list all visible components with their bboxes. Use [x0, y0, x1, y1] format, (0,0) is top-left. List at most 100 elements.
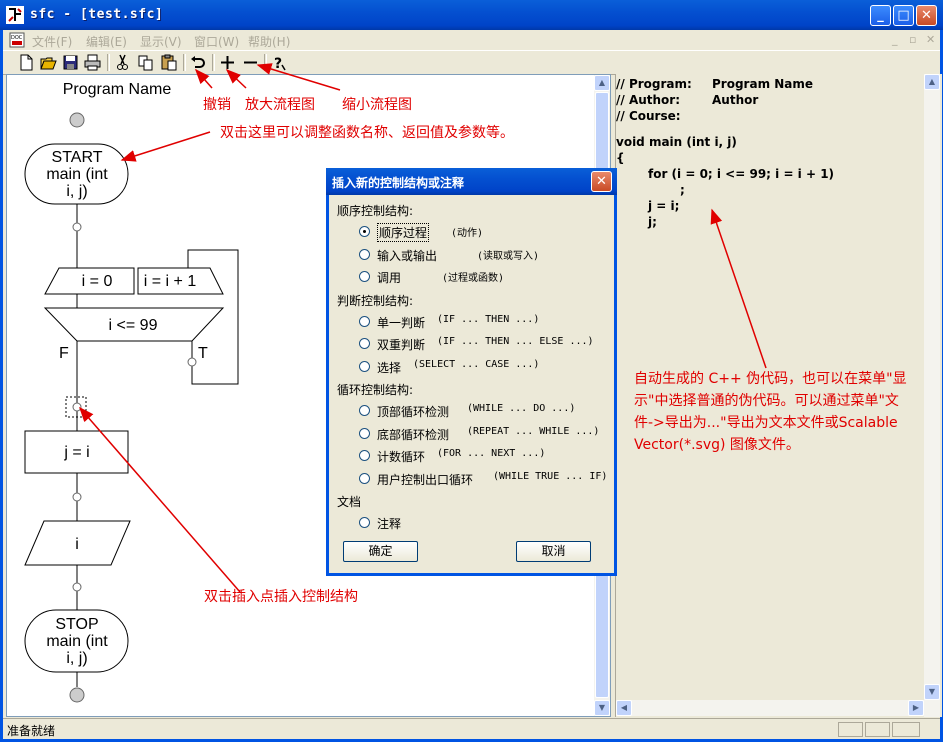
- option-label: 双重判断: [377, 338, 426, 352]
- program-name[interactable]: Program Name: [63, 81, 172, 98]
- flow-exit-point: [69, 687, 85, 703]
- code-vertical-scrollbar[interactable]: ▲ ▼: [924, 74, 940, 717]
- insert-structure-dialog: 插入新的控制结构或注释 ✕ 顺序控制结构: 顺序过程 (动作) 输入或输出 (读取或写入…: [326, 168, 617, 576]
- code-line: void main (int i, j): [616, 135, 737, 149]
- start-line-3: i, j): [66, 183, 87, 200]
- scroll-down-button[interactable]: ▼: [594, 700, 610, 716]
- dialog-close-button[interactable]: ✕: [591, 171, 612, 192]
- menu-help[interactable]: 帮助(H): [248, 33, 290, 50]
- ok-button[interactable]: 确定: [343, 541, 418, 562]
- annotation-zoom-out: 缩小流程图: [342, 97, 412, 113]
- start-line-2: main (int: [46, 166, 108, 183]
- annotation-insert-point: 双击插入点插入控制结构: [204, 589, 358, 605]
- code-line: j = i;: [648, 199, 680, 213]
- radio-button[interactable]: [359, 226, 370, 237]
- option-hint: (WHILE TRUE ... IF): [493, 470, 608, 482]
- scroll-down-button[interactable]: ▼: [924, 684, 940, 700]
- insert-point[interactable]: [72, 402, 82, 412]
- dialog-title-bar[interactable]: 插入新的控制结构或注释 ✕: [326, 168, 617, 195]
- code-line: for (i = 0; i <= 99; i = i + 1): [648, 167, 835, 181]
- mdi-minimize-button[interactable]: _: [892, 33, 898, 46]
- group-label: 顺序控制结构:: [337, 204, 414, 218]
- group-label: 文档: [337, 495, 362, 509]
- option-label: 注释: [377, 517, 402, 531]
- status-panel: [838, 722, 863, 737]
- scroll-right-button[interactable]: ▶: [908, 700, 924, 716]
- minimize-button[interactable]: _: [870, 5, 891, 26]
- stop-line-2: main (int: [46, 633, 108, 650]
- scroll-up-button[interactable]: ▲: [594, 75, 610, 91]
- option-hint: (IF ... THEN ... ELSE ...): [437, 336, 594, 347]
- radio-button[interactable]: [359, 271, 370, 282]
- copy-icon[interactable]: [136, 53, 155, 72]
- document-icon[interactable]: DOC: [9, 32, 25, 48]
- mdi-restore-button[interactable]: ▫: [909, 33, 916, 46]
- code-line: Author: [712, 93, 759, 107]
- toolbar-separator: [264, 54, 267, 71]
- option-hint: (IF ... THEN ...): [437, 313, 540, 325]
- radio-button[interactable]: [359, 315, 370, 327]
- undo-icon[interactable]: [189, 53, 208, 72]
- zoom-out-icon[interactable]: [241, 53, 260, 72]
- annotation-undo: 撤销: [203, 97, 231, 113]
- menu-file[interactable]: 文件(F): [32, 33, 72, 50]
- option-label: 顺序过程: [377, 223, 430, 242]
- assign-label: j = i: [63, 444, 89, 461]
- menu-view[interactable]: 显示(V): [140, 33, 182, 50]
- paste-icon[interactable]: [159, 53, 178, 72]
- annotation-pseudo-code: 自动生成的 C++ 伪代码，也可以在菜单"显示"中选择普通的伪代码。可以通过菜单…: [634, 371, 907, 453]
- group-label: 判断控制结构:: [337, 293, 414, 308]
- close-button[interactable]: ✕: [916, 5, 937, 26]
- cancel-button[interactable]: 取消: [516, 541, 591, 562]
- option-label: 顶部循环检测: [377, 405, 450, 419]
- save-icon[interactable]: [61, 53, 80, 72]
- option-hint: (FOR ... NEXT ...): [437, 448, 546, 459]
- radio-button[interactable]: [359, 405, 370, 416]
- flow-entry-point: [69, 112, 85, 128]
- stop-line-3: i, j): [66, 650, 87, 667]
- window-title: sfc - [test.sfc]: [30, 7, 164, 22]
- help-icon[interactable]: ?: [269, 53, 288, 72]
- radio-button[interactable]: [359, 517, 370, 528]
- radio-button[interactable]: [359, 427, 370, 439]
- option-hint: (SELECT ... CASE ...): [413, 358, 540, 370]
- io-label: i: [75, 536, 79, 553]
- option-label: 用户控制出口循环: [377, 472, 474, 487]
- insert-point[interactable]: [72, 582, 82, 592]
- print-icon[interactable]: [83, 53, 102, 72]
- scroll-left-button[interactable]: ◀: [616, 700, 632, 716]
- zoom-in-icon[interactable]: [218, 53, 237, 72]
- maximize-button[interactable]: □: [893, 5, 914, 26]
- insert-point[interactable]: [72, 492, 82, 502]
- mdi-close-button[interactable]: ✕: [926, 33, 935, 46]
- svg-text:DOC: DOC: [11, 35, 23, 41]
- status-bar: 准备就绪: [3, 718, 940, 740]
- code-line: ;: [680, 183, 685, 197]
- cond-label: i <= 99: [109, 317, 158, 334]
- code-horizontal-scrollbar[interactable]: ◀ ▶: [616, 700, 924, 716]
- radio-button[interactable]: [359, 248, 370, 260]
- code-line: Program Name: [712, 77, 814, 91]
- radio-button[interactable]: [359, 338, 370, 349]
- insert-point[interactable]: [72, 222, 82, 232]
- option-label: 选择: [377, 360, 402, 375]
- menu-window[interactable]: 窗口(W): [194, 33, 239, 50]
- open-icon[interactable]: [39, 53, 58, 72]
- dialog-title: 插入新的控制结构或注释: [332, 176, 465, 190]
- insert-point[interactable]: [187, 357, 197, 367]
- title-bar[interactable]: sfc - [test.sfc] _ □ ✕: [0, 0, 943, 30]
- radio-button[interactable]: [359, 450, 370, 461]
- stop-line-1: STOP: [55, 616, 98, 633]
- radio-button[interactable]: [359, 360, 370, 372]
- init-label: i = 0: [82, 273, 113, 290]
- group-label: 循环控制结构:: [337, 383, 414, 397]
- option-label: 底部循环检测: [377, 427, 450, 442]
- new-icon[interactable]: [17, 53, 36, 72]
- radio-button[interactable]: [359, 472, 370, 484]
- cut-icon[interactable]: [113, 53, 132, 72]
- scroll-up-button[interactable]: ▲: [924, 74, 940, 90]
- option-hint: (REPEAT ... WHILE ...): [467, 425, 600, 437]
- menu-edit[interactable]: 编辑(E): [86, 33, 127, 50]
- option-label: 单一判断: [377, 315, 426, 330]
- toolbar-separator: [107, 54, 110, 71]
